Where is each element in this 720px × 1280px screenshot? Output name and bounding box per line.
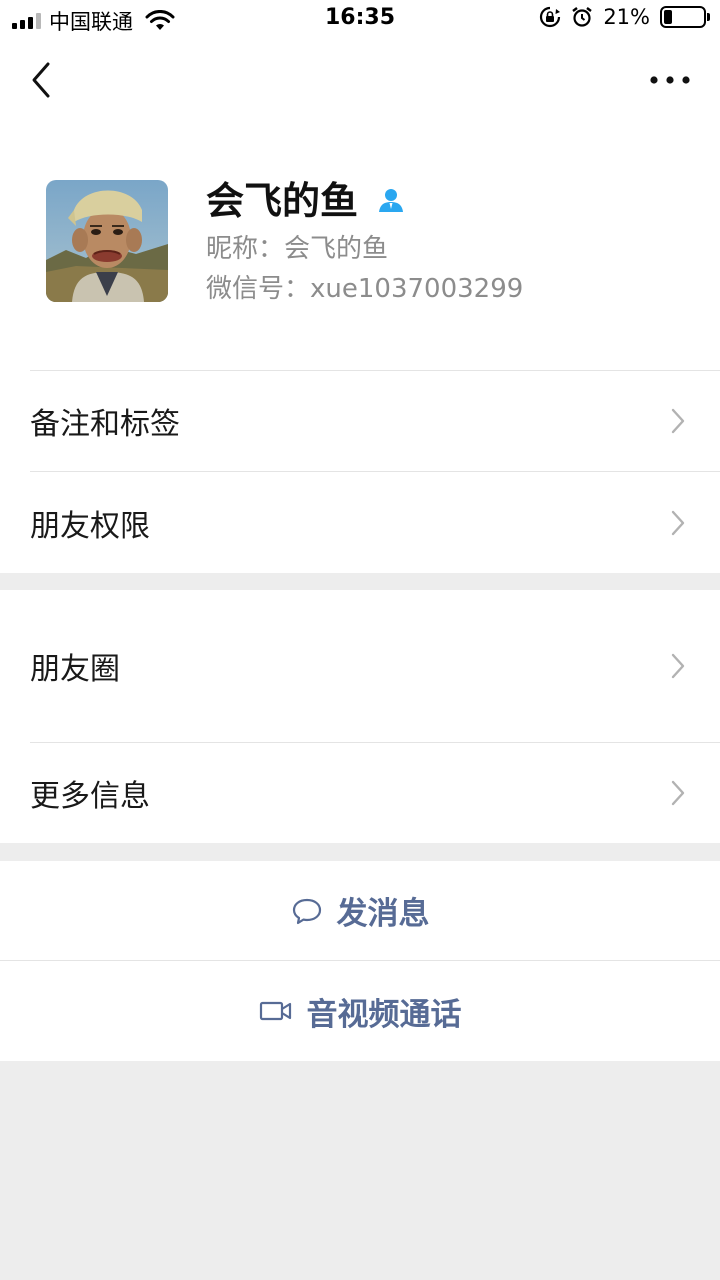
list-item-friend-permissions[interactable]: 朋友权限 bbox=[0, 472, 720, 573]
avatar[interactable] bbox=[46, 180, 168, 302]
wechat-id-text: 微信号：xue1037003299 bbox=[206, 274, 524, 304]
chat-bubble-icon bbox=[292, 898, 321, 924]
list-item-label: 朋友权限 bbox=[30, 508, 150, 544]
contact-profile-screen: 中国联通 16:35 21% 会飞的鱼 昵称：会飞的鱼 微信号：xue10370… bbox=[0, 0, 720, 1280]
profile-header: 会飞的鱼 昵称：会飞的鱼 微信号：xue1037003299 bbox=[0, 122, 720, 371]
send-message-button[interactable]: 发消息 bbox=[0, 861, 720, 960]
list-item-more-info[interactable]: 更多信息 bbox=[0, 743, 720, 843]
chevron-right-icon bbox=[671, 653, 685, 679]
rotation-lock-icon bbox=[540, 6, 561, 28]
battery-icon bbox=[660, 6, 710, 28]
nickname-text: 昵称：会飞的鱼 bbox=[206, 234, 389, 264]
more-dots-icon[interactable] bbox=[648, 68, 692, 92]
video-camera-icon bbox=[259, 1001, 291, 1021]
status-right: 21% bbox=[539, 5, 710, 29]
person-icon bbox=[379, 188, 404, 212]
contact-name: 会飞的鱼 bbox=[206, 179, 359, 223]
chevron-left-icon[interactable] bbox=[24, 58, 60, 102]
chevron-right-icon bbox=[671, 780, 685, 806]
list-item-label: 更多信息 bbox=[30, 779, 150, 814]
list-item-label: 备注和标签 bbox=[30, 407, 180, 442]
status-bar: 中国联通 16:35 21% bbox=[0, 0, 720, 40]
battery-fill bbox=[664, 10, 672, 24]
video-call-button[interactable]: 音视频通话 bbox=[0, 961, 720, 1061]
info-section: 朋友圈 更多信息 bbox=[0, 590, 720, 843]
name-row: 会飞的鱼 bbox=[206, 170, 406, 225]
chevron-right-icon bbox=[671, 510, 685, 535]
alarm-icon bbox=[572, 7, 593, 27]
list-item-label: 朋友圈 bbox=[30, 652, 120, 687]
chevron-right-icon bbox=[671, 408, 685, 434]
nav-bar bbox=[0, 40, 720, 122]
settings-section: 备注和标签 朋友权限 bbox=[0, 371, 720, 573]
list-item-moments[interactable]: 朋友圈 bbox=[0, 590, 720, 742]
send-message-label: 发消息 bbox=[336, 896, 430, 932]
battery-percent: 21% bbox=[603, 5, 650, 29]
video-call-label: 音视频通话 bbox=[306, 996, 462, 1033]
list-item-remark-tags[interactable]: 备注和标签 bbox=[0, 371, 720, 471]
